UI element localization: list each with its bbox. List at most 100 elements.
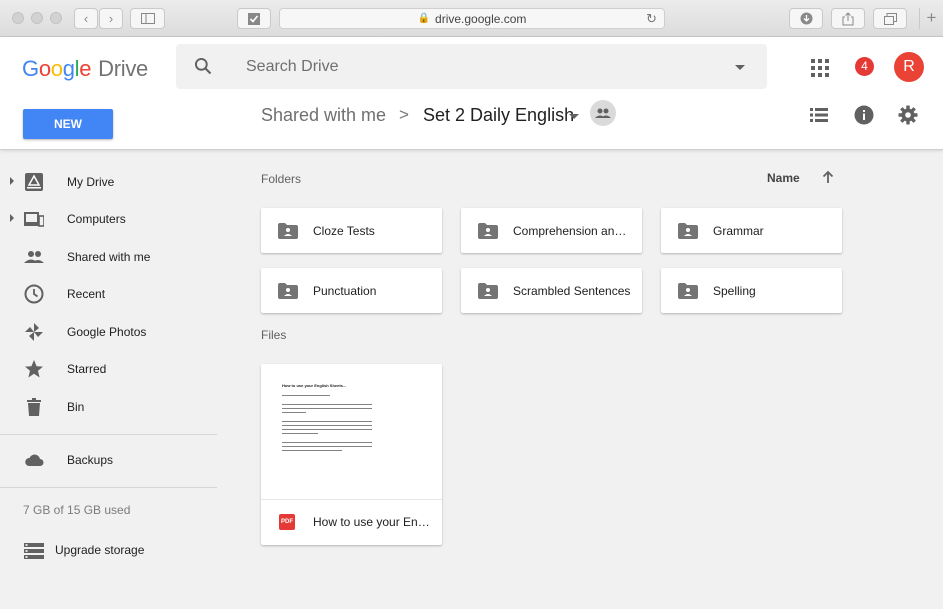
pinwheel-icon — [25, 323, 43, 341]
file-preview-thumbnail: How to use your English Sheets... ▬▬▬▬▬▬… — [261, 364, 442, 500]
folder-name: Punctuation — [313, 284, 377, 298]
files-section-label: Files — [261, 328, 287, 342]
app-header: GoogleDrive 4 R NEW Shared with me > Set… — [0, 37, 943, 150]
sort-by-name-button[interactable]: Name — [767, 171, 800, 185]
storage-icon — [24, 543, 44, 559]
breadcrumb-shared-with-me[interactable]: Shared with me — [261, 105, 386, 126]
sidebar-item-label: My Drive — [67, 175, 115, 189]
url-text: drive.google.com — [435, 11, 527, 26]
breadcrumb-current-folder[interactable]: Set 2 Daily English — [423, 105, 574, 126]
folder-name: Grammar — [713, 224, 764, 238]
upgrade-storage-label: Upgrade storage — [55, 543, 145, 557]
sidebar-item-google-photos[interactable]: Google Photos — [0, 317, 240, 347]
sidebar-item-label: Recent — [67, 287, 106, 301]
folder-card[interactable]: Grammar — [661, 208, 842, 253]
downloads-button[interactable] — [789, 8, 823, 29]
sidebar-divider — [0, 487, 217, 488]
cloud-icon — [25, 454, 44, 466]
expand-arrow-icon[interactable] — [10, 177, 14, 185]
shared-folder-icon — [478, 283, 498, 299]
search-bar — [176, 44, 767, 89]
breadcrumb-separator: > — [399, 105, 409, 124]
info-icon[interactable] — [854, 105, 874, 125]
folder-name: Cloze Tests — [313, 224, 375, 238]
folder-card[interactable]: Comprehension and Questions — [461, 208, 642, 253]
folder-name: Scrambled Sentences — [513, 284, 631, 298]
folder-name: Comprehension and Questions — [513, 224, 631, 238]
sidebar-item-my-drive[interactable]: My Drive — [0, 167, 240, 197]
download-icon — [800, 12, 812, 25]
folder-card[interactable]: Cloze Tests — [261, 208, 442, 253]
apps-grid-icon[interactable] — [811, 59, 829, 77]
new-button[interactable]: NEW — [23, 109, 113, 139]
sidebar-item-recent[interactable]: Recent — [0, 279, 240, 309]
preview-text-placeholder: ▬▬▬▬▬▬▬▬▬▬▬▬▬▬▬▬▬▬▬▬▬▬▬▬▬▬▬▬▬▬ ▬▬▬▬▬▬▬▬▬▬… — [282, 402, 372, 414]
sidebar-item-computers[interactable]: Computers — [0, 204, 240, 234]
search-input[interactable] — [246, 44, 716, 89]
sidebar-item-label: Bin — [67, 400, 85, 414]
folder-name: Spelling — [713, 284, 756, 298]
sidebar-item-label: Backups — [67, 453, 114, 467]
checkbox-icon — [248, 12, 260, 25]
drive-wordmark: Drive — [98, 56, 148, 81]
sidebar-toggle-button[interactable] — [130, 8, 165, 29]
account-avatar[interactable]: R — [894, 52, 924, 82]
forward-button[interactable]: › — [99, 8, 123, 29]
folder-card[interactable]: Punctuation — [261, 268, 442, 313]
sidebar-item-starred[interactable]: Starred — [0, 354, 240, 384]
folder-menu-caret-icon[interactable] — [569, 114, 579, 119]
list-view-icon[interactable] — [810, 107, 828, 123]
sidebar-item-backups[interactable]: Backups — [0, 445, 240, 475]
sidebar-divider — [0, 434, 217, 435]
star-icon — [25, 360, 43, 378]
lock-icon: 🔒 — [417, 13, 431, 24]
window-minimize-button[interactable] — [31, 12, 43, 24]
expand-arrow-icon[interactable] — [10, 214, 14, 222]
shared-folder-icon — [278, 223, 298, 239]
sidebar-item-bin[interactable]: Bin — [0, 392, 240, 422]
folders-section-label: Folders — [261, 172, 302, 186]
upgrade-storage-link[interactable]: Upgrade storage — [0, 538, 240, 564]
pdf-icon: PDF — [279, 514, 295, 530]
file-card[interactable]: How to use your English Sheets... ▬▬▬▬▬▬… — [261, 364, 442, 545]
share-button[interactable] — [831, 8, 865, 29]
people-icon — [595, 108, 611, 118]
sidebar-item-label: Google Photos — [67, 325, 147, 339]
chevron-right-icon: › — [108, 11, 114, 26]
file-name: How to use your English Sheets — [313, 515, 433, 529]
search-icon[interactable] — [193, 56, 213, 76]
browser-toolbar: ‹ › 🔒 drive.google.com ↻ + — [0, 0, 943, 37]
sidebar-item-label: Starred — [67, 362, 107, 376]
shared-folder-icon — [278, 283, 298, 299]
notifications-badge[interactable]: 4 — [855, 57, 874, 76]
settings-gear-icon[interactable] — [898, 105, 918, 125]
reader-button[interactable] — [237, 8, 271, 29]
shared-folder-badge[interactable] — [590, 100, 616, 126]
preview-title: How to use your English Sheets... — [282, 383, 347, 388]
new-tab-button[interactable]: + — [919, 8, 943, 29]
window-close-button[interactable] — [12, 12, 24, 24]
sidebar-item-label: Computers — [67, 212, 126, 226]
computers-icon — [24, 212, 44, 227]
chevron-left-icon: ‹ — [83, 11, 89, 26]
folder-card[interactable]: Scrambled Sentences — [461, 268, 642, 313]
plus-icon: + — [926, 8, 937, 27]
window-zoom-button[interactable] — [50, 12, 62, 24]
drive-icon — [25, 173, 43, 191]
shared-folder-icon — [678, 283, 698, 299]
address-bar[interactable]: 🔒 drive.google.com ↻ — [279, 8, 665, 29]
sidebar-item-shared-with-me[interactable]: Shared with me — [0, 242, 240, 272]
sidebar-item-label: Shared with me — [67, 250, 151, 264]
google-drive-logo[interactable]: Google Drive — [22, 56, 148, 82]
back-button[interactable]: ‹ — [74, 8, 98, 29]
search-options-caret-icon[interactable] — [735, 65, 745, 70]
reload-icon[interactable]: ↻ — [646, 11, 657, 27]
preview-text-placeholder: ▬▬▬▬▬▬▬▬▬▬▬▬▬▬▬▬ — [282, 393, 330, 397]
clock-icon — [24, 284, 44, 304]
shared-folder-icon — [478, 223, 498, 239]
tabs-overview-button[interactable] — [873, 8, 907, 29]
people-icon — [24, 251, 44, 263]
sort-ascending-arrow-icon[interactable] — [820, 169, 836, 185]
folder-card[interactable]: Spelling — [661, 268, 842, 313]
share-icon — [842, 11, 854, 25]
